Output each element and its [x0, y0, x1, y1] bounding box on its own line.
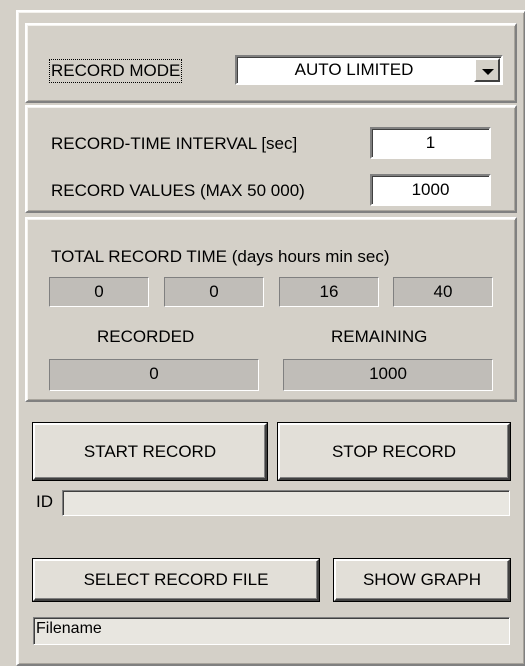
filename-field[interactable]: Filename — [33, 617, 510, 645]
record-mode-group: RECORD MODE AUTO LIMITED — [25, 23, 517, 103]
id-label: ID — [36, 492, 53, 511]
hours-display: 0 — [164, 277, 264, 307]
recorded-display: 0 — [49, 359, 259, 391]
values-input[interactable]: 1000 — [370, 174, 491, 206]
select-record-file-button[interactable]: SELECT RECORD FILE — [33, 559, 319, 601]
remaining-display: 1000 — [283, 359, 493, 391]
start-record-button[interactable]: START RECORD — [33, 423, 267, 480]
record-mode-selected: AUTO LIMITED — [294, 60, 414, 79]
show-graph-button[interactable]: SHOW GRAPH — [334, 559, 510, 601]
values-label: RECORD VALUES (MAX 50 000) — [51, 181, 305, 200]
record-mode-label: RECORD MODE — [48, 59, 183, 83]
days-display: 0 — [49, 277, 149, 307]
interval-label: RECORD-TIME INTERVAL [sec] — [51, 134, 298, 153]
remaining-label: REMAINING — [331, 327, 428, 346]
interval-input[interactable]: 1 — [370, 127, 491, 159]
record-mode-select[interactable]: AUTO LIMITED — [235, 55, 503, 85]
sec-display: 40 — [393, 277, 493, 307]
total-time-label: TOTAL RECORD TIME (days hours min sec) — [51, 247, 390, 266]
chevron-down-icon[interactable] — [474, 58, 500, 82]
stop-record-button[interactable]: STOP RECORD — [278, 423, 510, 480]
record-time-group: TOTAL RECORD TIME (days hours min sec) 0… — [25, 217, 517, 402]
id-field[interactable] — [62, 490, 510, 516]
min-display: 16 — [279, 277, 379, 307]
interval-group: RECORD-TIME INTERVAL [sec] 1 RECORD VALU… — [25, 105, 517, 213]
recorded-label: RECORDED — [97, 327, 195, 346]
